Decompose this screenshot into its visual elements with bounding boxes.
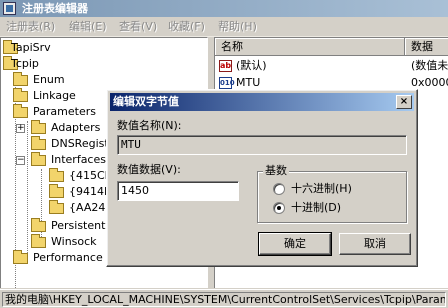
folder-icon <box>49 168 64 182</box>
expand-plus-icon[interactable]: + <box>16 124 25 133</box>
menu-bar: 注册表(R) 编辑(E) 查看(V) 收藏(F) 帮助(H) <box>0 17 448 37</box>
regedit-app-icon <box>3 2 16 15</box>
value-data-label: 数值数据(V): <box>117 163 181 176</box>
cancel-button[interactable]: 取消 <box>339 233 411 255</box>
column-header-data[interactable]: 数据 <box>405 38 448 56</box>
value-data-input[interactable]: 1450 <box>117 181 239 201</box>
tree-item-adapters[interactable]: + Adapters <box>1 120 101 136</box>
ok-button[interactable]: 确定 <box>258 232 332 256</box>
collapse-minus-icon[interactable]: − <box>16 156 25 165</box>
radio-decimal[interactable] <box>273 202 285 214</box>
menu-registry[interactable]: 注册表(R) <box>6 20 55 34</box>
registry-editor-window: 注册表编辑器 注册表(R) 编辑(E) 查看(V) 收藏(F) 帮助(H) Ta… <box>0 0 448 308</box>
folder-icon <box>49 184 64 198</box>
folder-icon <box>31 218 46 232</box>
folder-open-icon <box>31 152 46 166</box>
status-path: 我的电脑\HKEY_LOCAL_MACHINE\SYSTEM\CurrentCo… <box>2 292 446 307</box>
binary-value-icon: 010 <box>219 77 235 89</box>
window-title: 注册表编辑器 <box>22 2 88 15</box>
folder-icon <box>13 88 28 102</box>
radio-decimal-label[interactable]: 十进制(D) <box>291 201 341 215</box>
value-name-field: MTU <box>117 135 407 155</box>
radio-hex[interactable] <box>273 183 285 195</box>
close-icon[interactable]: × <box>396 95 412 109</box>
title-bar[interactable]: 注册表编辑器 <box>0 0 448 17</box>
value-name-label: 数值名称(N): <box>117 119 182 132</box>
edit-dword-dialog: 编辑双字节值 × 数值名称(N): MTU 数值数据(V): 1450 基数 十… <box>106 89 418 267</box>
folder-icon <box>31 234 46 248</box>
menu-help[interactable]: 帮助(H) <box>218 20 257 34</box>
menu-edit[interactable]: 编辑(E) <box>69 20 107 34</box>
column-header-name[interactable]: 名称 <box>215 38 405 56</box>
folder-open-icon <box>13 104 28 118</box>
radio-hex-label[interactable]: 十六进制(H) <box>291 182 352 196</box>
folder-icon <box>31 136 46 150</box>
list-row-default[interactable]: ab (默认) (数值未 <box>215 58 448 74</box>
dialog-title-bar[interactable]: 编辑双字节值 × <box>110 93 414 111</box>
base-group <box>257 171 407 223</box>
tree-item-interfaces[interactable]: − Interfaces <box>1 152 111 168</box>
dialog-title: 编辑双字节值 <box>113 95 179 108</box>
menu-favorites[interactable]: 收藏(F) <box>168 20 205 34</box>
menu-view[interactable]: 查看(V) <box>119 20 157 34</box>
status-bar: 我的电脑\HKEY_LOCAL_MACHINE\SYSTEM\CurrentCo… <box>0 289 448 308</box>
folder-icon <box>49 200 64 214</box>
tree-guide-line <box>27 121 28 253</box>
folder-icon <box>31 120 46 134</box>
string-value-icon: ab <box>219 60 232 72</box>
folder-icon <box>13 250 28 264</box>
folder-icon <box>13 72 28 86</box>
base-group-title: 基数 <box>263 164 289 177</box>
